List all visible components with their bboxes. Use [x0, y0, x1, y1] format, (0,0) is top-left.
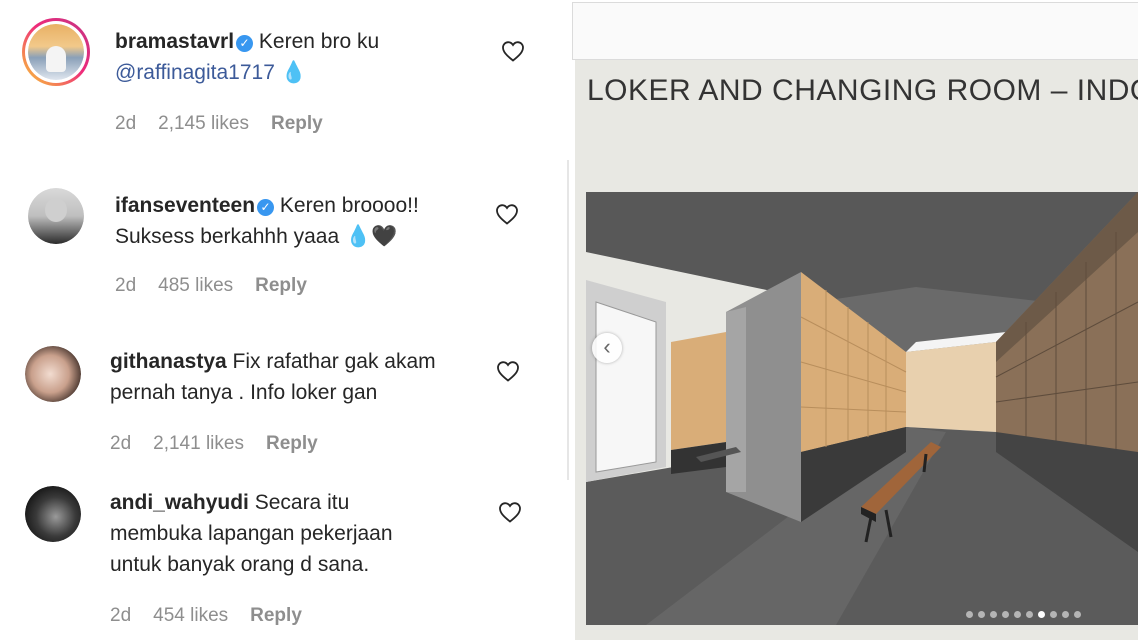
verified-badge-icon: ✓ — [236, 35, 254, 52]
heart-outline-icon[interactable] — [495, 203, 519, 225]
carousel-dot — [1026, 611, 1033, 618]
comment-body: ifanseventeen ✓ Keren broooo!! Suksess be… — [115, 190, 419, 252]
reply-button[interactable]: Reply — [271, 113, 323, 134]
comment-time[interactable]: 2d — [110, 605, 131, 626]
comment-text: pernah tanya . Info loker gan — [110, 381, 378, 404]
comment-time[interactable]: 2d — [115, 275, 136, 296]
carousel-dot — [978, 611, 985, 618]
post-header-bar — [572, 2, 1138, 60]
comment-username[interactable]: andi_wahyudi — [110, 491, 249, 514]
comment-item: ifanseventeen ✓ Keren broooo!! Suksess be… — [0, 160, 560, 320]
comment-likes[interactable]: 2,141 likes — [153, 433, 244, 454]
comment-text: Keren broooo!! — [279, 194, 419, 217]
post-carousel-slide[interactable]: LOKER AND CHANGING ROOM – INDOOR — [575, 60, 1138, 640]
comment-meta: 2d 2,141 likes Reply — [110, 433, 340, 455]
carousel-dot — [1062, 611, 1069, 618]
comment-text: Keren bro ku — [258, 30, 380, 53]
comment-username[interactable]: githanastya — [110, 350, 227, 373]
carousel-dot — [990, 611, 997, 618]
comments-list: bramastavrl ✓ Keren bro ku @raffinagita17… — [0, 0, 560, 640]
divider — [567, 160, 569, 480]
mention-link[interactable]: @raffinagita1717 — [115, 61, 275, 84]
comment-text: Secara itu — [254, 491, 350, 514]
comment-text: Suksess berkahhh yaaa 💧🖤 — [115, 225, 398, 248]
comment-body: andi_wahyudi Secara itu membuka lapangan… — [110, 487, 393, 580]
comment-username[interactable]: bramastavrl — [115, 30, 234, 53]
comment-text: untuk banyak orang d sana. — [110, 553, 370, 576]
comment-meta: 2d 454 likes Reply — [110, 605, 324, 627]
comment-username[interactable]: ifanseventeen — [115, 194, 255, 217]
heart-outline-icon[interactable] — [501, 40, 525, 62]
comment-item: andi_wahyudi Secara itu membuka lapangan… — [0, 480, 560, 640]
comment-likes[interactable]: 485 likes — [158, 275, 233, 296]
comment-body: githanastya Fix rafathar gak akam pernah… — [110, 346, 436, 408]
reply-button[interactable]: Reply — [255, 275, 307, 296]
carousel-dot — [1050, 611, 1057, 618]
comment-text: Fix rafathar gak akam — [232, 350, 436, 373]
comment-body: bramastavrl ✓ Keren bro ku @raffinagita17… — [115, 26, 379, 88]
comment-item: bramastavrl ✓ Keren bro ku @raffinagita17… — [0, 0, 560, 160]
avatar[interactable] — [28, 188, 84, 244]
comment-likes[interactable]: 2,145 likes — [158, 113, 249, 134]
carousel-dot — [1038, 611, 1045, 618]
avatar — [28, 24, 84, 80]
heart-outline-icon[interactable] — [498, 501, 522, 523]
comment-text: membuka lapangan pekerjaan — [110, 522, 393, 545]
comment-item: githanastya Fix rafathar gak akam pernah… — [0, 320, 560, 480]
chevron-left-icon: ‹ — [603, 334, 611, 359]
avatar[interactable] — [25, 346, 81, 402]
comment-meta: 2d 485 likes Reply — [115, 275, 329, 297]
carousel-dot — [966, 611, 973, 618]
carousel-dot — [1002, 611, 1009, 618]
heart-outline-icon[interactable] — [496, 360, 520, 382]
avatar[interactable] — [25, 486, 81, 542]
reply-button[interactable]: Reply — [266, 433, 318, 454]
carousel-dot — [1074, 611, 1081, 618]
slide-title: LOKER AND CHANGING ROOM – INDOOR — [587, 74, 1138, 107]
reply-button[interactable]: Reply — [250, 605, 302, 626]
carousel-prev-button[interactable]: ‹ — [592, 333, 622, 363]
locker-room-render-image — [586, 192, 1138, 625]
carousel-dot — [1014, 611, 1021, 618]
comment-meta: 2d 2,145 likes Reply — [115, 113, 345, 135]
comment-emoji: 💧 — [280, 61, 307, 84]
verified-badge-icon: ✓ — [257, 199, 275, 216]
comment-time[interactable]: 2d — [115, 113, 136, 134]
story-ring[interactable] — [22, 18, 90, 86]
comment-time[interactable]: 2d — [110, 433, 131, 454]
carousel-dots — [966, 611, 1081, 618]
comment-likes[interactable]: 454 likes — [153, 605, 228, 626]
